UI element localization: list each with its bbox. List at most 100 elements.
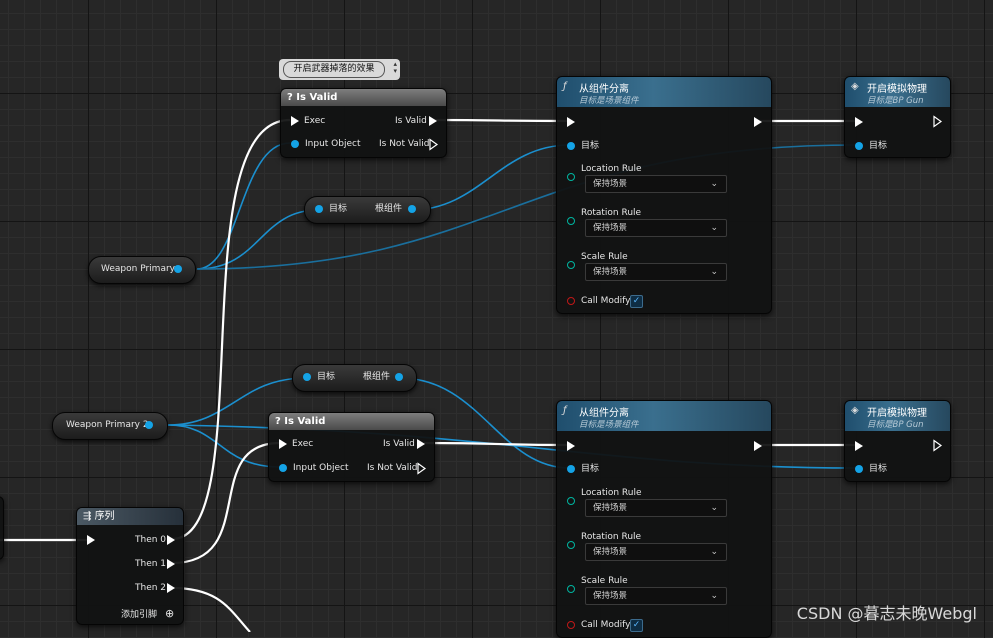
is-valid-node-1[interactable]: ? Is Valid Exec Is Valid Input Object Is… <box>280 88 447 158</box>
is-not-valid-exec-out-pin[interactable] <box>429 138 439 151</box>
scale-rule-select[interactable]: 保持场景 ⌄ <box>585 263 727 281</box>
target-pin[interactable] <box>855 142 863 150</box>
chevron-down-icon: ⌄ <box>710 179 718 189</box>
exec-in-pin[interactable] <box>855 117 863 127</box>
scale-rule-value: 保持场景 <box>593 267 628 277</box>
target-pin[interactable] <box>855 465 863 473</box>
target-pin[interactable] <box>567 465 575 473</box>
exec-in-pin[interactable] <box>855 441 863 451</box>
then-1-pin[interactable] <box>167 559 175 569</box>
rotation-rule-pin[interactable] <box>567 217 575 225</box>
exec-out-pin[interactable] <box>933 439 943 452</box>
add-pin-icon[interactable]: ⊕ <box>165 608 174 620</box>
target-pin[interactable] <box>315 205 323 213</box>
node-header: ⇶ 序列 <box>77 508 183 525</box>
comment-text[interactable]: 开启武器掉落的效果 <box>283 61 385 78</box>
scale-rule-select[interactable]: 保持场景 ⌄ <box>585 587 727 605</box>
call-modify-checkbox[interactable]: ✓ <box>630 619 643 632</box>
is-not-valid-exec-out-pin[interactable] <box>417 462 427 475</box>
variable-out-pin[interactable] <box>145 421 153 429</box>
node-title: Is Valid <box>284 416 326 427</box>
chevron-down-icon: ⌄ <box>710 547 718 557</box>
exec-in-pin[interactable] <box>291 116 299 126</box>
variable-label: Weapon Primary <box>101 264 175 274</box>
then-0-pin[interactable] <box>167 535 175 545</box>
exec-out-pin[interactable] <box>754 117 762 127</box>
scale-rule-pin[interactable] <box>567 261 575 269</box>
then-2-pin[interactable] <box>167 583 175 593</box>
add-pin-label[interactable]: 添加引脚 <box>121 609 157 621</box>
is-valid-exec-out-pin[interactable] <box>429 116 437 126</box>
location-rule-select[interactable]: 保持场景 ⌄ <box>585 175 727 193</box>
diamond-icon: ◈ <box>851 405 859 416</box>
call-modify-label: Call Modify <box>581 296 631 306</box>
comment-bubble[interactable]: 开启武器掉落的效果 ▴ ▾ <box>279 59 400 80</box>
exec-out-pin[interactable] <box>933 115 943 128</box>
rotation-rule-value: 保持场景 <box>593 223 628 233</box>
exec-in-pin[interactable] <box>567 441 575 451</box>
node-subtitle: 目标是场景组件 <box>579 96 639 106</box>
node-title: 开启模拟物理 <box>867 84 927 95</box>
call-modify-pin[interactable] <box>567 297 575 305</box>
node-header: ƒ 从组件分离 目标是场景组件 <box>557 77 771 107</box>
scale-rule-label: Scale Rule <box>581 576 628 586</box>
exec-in-pin[interactable] <box>87 535 95 545</box>
then-1-label: Then 1 <box>135 559 167 569</box>
location-rule-select[interactable]: 保持场景 ⌄ <box>585 499 727 517</box>
node-header: ◈ 开启模拟物理 目标是BP Gun <box>845 77 950 107</box>
variable-label: Weapon Primary 2 <box>66 420 149 430</box>
is-valid-exec-out-pin[interactable] <box>417 439 425 449</box>
is-not-valid-label: Is Not Valid <box>379 139 430 149</box>
node-header: ◈ 开启模拟物理 目标是BP Gun <box>845 401 950 431</box>
location-rule-value: 保持场景 <box>593 179 628 189</box>
weapon-primary-variable[interactable]: Weapon Primary <box>88 256 196 284</box>
offscreen-node[interactable] <box>0 496 4 560</box>
chevron-down-icon: ⌄ <box>710 267 718 277</box>
detach-from-component-node-2[interactable]: ƒ 从组件分离 目标是场景组件 目标 Location Rule 保持场景 ⌄ R… <box>556 400 772 638</box>
exec-in-pin[interactable] <box>279 439 287 449</box>
call-modify-checkbox[interactable]: ✓ <box>630 295 643 308</box>
scale-rule-value: 保持场景 <box>593 591 628 601</box>
node-title: 从组件分离 <box>579 408 629 419</box>
then-0-label: Then 0 <box>135 535 167 545</box>
rotation-rule-select[interactable]: 保持场景 ⌄ <box>585 543 727 561</box>
exec-label: Exec <box>292 439 314 449</box>
root-component-label: 根组件 <box>375 204 403 214</box>
set-simulate-physics-node-2[interactable]: ◈ 开启模拟物理 目标是BP Gun 目标 <box>844 400 951 482</box>
target-label: 目标 <box>869 141 888 151</box>
sequence-node[interactable]: ⇶ 序列 Then 0 Then 1 Then 2 添加引脚 ⊕ <box>76 507 184 625</box>
function-icon: ƒ <box>563 405 567 416</box>
input-object-label: Input Object <box>293 463 349 473</box>
sequence-icon: ⇶ <box>83 511 95 522</box>
target-pin[interactable] <box>303 373 311 381</box>
is-valid-node-2[interactable]: ? Is Valid Exec Is Valid Input Object Is… <box>268 412 435 482</box>
chevron-down-icon: ⌄ <box>710 591 718 601</box>
target-label: 目标 <box>581 141 600 151</box>
rotation-rule-pin[interactable] <box>567 541 575 549</box>
exec-out-pin[interactable] <box>754 441 762 451</box>
scale-rule-pin[interactable] <box>567 585 575 593</box>
location-rule-pin[interactable] <box>567 497 575 505</box>
root-component-pin[interactable] <box>395 373 403 381</box>
set-simulate-physics-node-1[interactable]: ◈ 开启模拟物理 目标是BP Gun 目标 <box>844 76 951 158</box>
node-subtitle: 目标是场景组件 <box>579 420 639 430</box>
function-icon: ƒ <box>563 81 567 92</box>
watermark: CSDN @暮志未晚Webgl <box>796 604 977 623</box>
exec-in-pin[interactable] <box>567 117 575 127</box>
node-header: ? Is Valid <box>281 89 446 106</box>
location-rule-pin[interactable] <box>567 173 575 181</box>
call-modify-pin[interactable] <box>567 621 575 629</box>
node-subtitle: 目标是BP Gun <box>867 420 924 430</box>
root-component-getter-1[interactable]: 目标 根组件 <box>304 196 431 224</box>
root-component-pin[interactable] <box>408 205 416 213</box>
target-label: 目标 <box>869 464 888 474</box>
rotation-rule-select[interactable]: 保持场景 ⌄ <box>585 219 727 237</box>
weapon-primary-2-variable[interactable]: Weapon Primary 2 <box>52 412 168 440</box>
root-component-getter-2[interactable]: 目标 根组件 <box>292 364 417 392</box>
detach-from-component-node-1[interactable]: ƒ 从组件分离 目标是场景组件 目标 Location Rule 保持场景 ⌄ R… <box>556 76 772 314</box>
target-pin[interactable] <box>567 142 575 150</box>
pin-icon[interactable]: ▴ ▾ <box>393 61 397 75</box>
input-object-pin[interactable] <box>291 140 299 148</box>
variable-out-pin[interactable] <box>174 265 182 273</box>
input-object-pin[interactable] <box>279 464 287 472</box>
